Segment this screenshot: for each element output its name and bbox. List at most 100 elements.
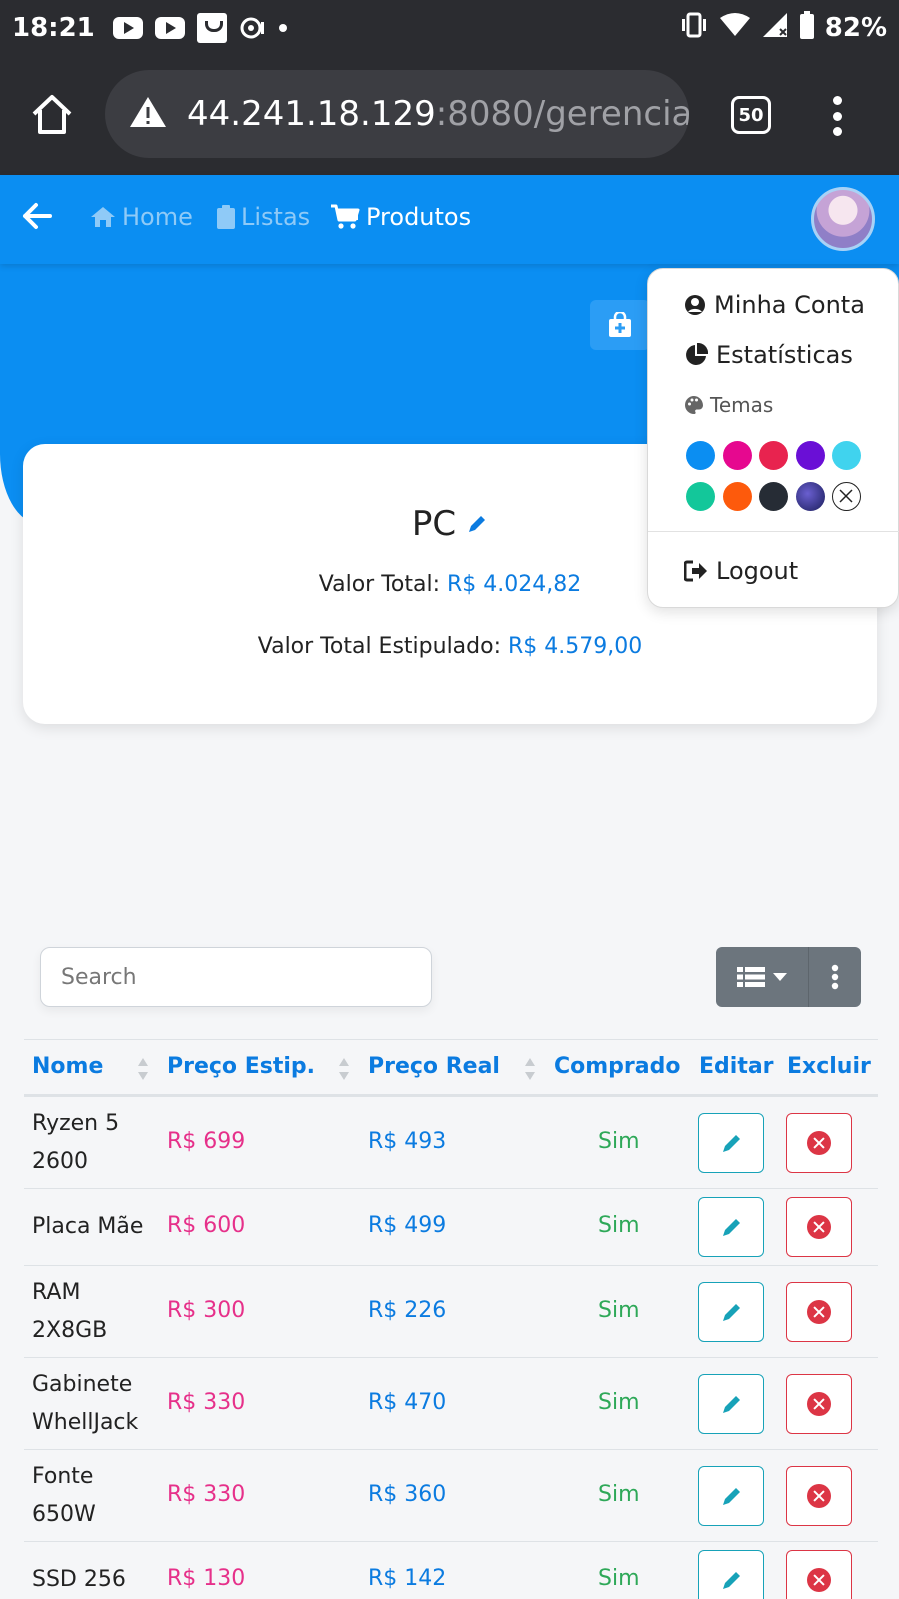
table-row: SSD 256 R$ 130 R$ 142 Sim [24, 1542, 878, 1599]
theme-reset-swatch[interactable] [832, 482, 861, 511]
edit-button[interactable] [698, 1466, 764, 1526]
theme-color-swatch[interactable] [795, 441, 825, 470]
browser-menu-icon[interactable] [831, 96, 843, 136]
pencil-icon [723, 1396, 740, 1413]
theme-color-swatch[interactable] [832, 441, 861, 470]
nav-products[interactable]: Produtos [330, 203, 471, 231]
column-header-est[interactable]: Preço Estip. [167, 1054, 315, 1079]
edit-button[interactable] [698, 1282, 764, 1342]
address-bar[interactable]: 44.241.18.129:8080/gerenciad [105, 70, 689, 158]
bought-status: Sim [598, 1390, 640, 1415]
delete-button[interactable] [786, 1113, 852, 1173]
signal-icon [761, 11, 789, 46]
not-secure-warning-icon[interactable] [129, 95, 167, 133]
user-dropdown-menu: Minha Conta Estatísticas Temas Logout [647, 268, 899, 608]
sign-out-icon [684, 560, 707, 582]
product-name: Gabinete WhellJack [32, 1372, 139, 1435]
edit-title-pencil-icon[interactable] [466, 504, 488, 544]
theme-color-swatch[interactable] [686, 441, 715, 470]
estimated-price: R$ 699 [167, 1129, 246, 1154]
themes-label-text: Temas [710, 393, 774, 417]
real-price: R$ 360 [368, 1482, 447, 1507]
back-arrow-icon[interactable] [22, 201, 52, 235]
nav-lists[interactable]: Listas [217, 203, 310, 231]
search-input[interactable] [40, 947, 432, 1007]
themes-label: Temas [684, 393, 773, 417]
times-circle-icon [807, 1392, 831, 1416]
pencil-icon [723, 1135, 740, 1152]
vibrate-icon [679, 11, 709, 46]
table-row: Ryzen 5 2600 R$ 699 R$ 493 Sim [24, 1097, 878, 1189]
bought-status: Sim [598, 1213, 640, 1238]
column-header-name[interactable]: Nome [32, 1054, 103, 1079]
estimated-price: R$ 130 [167, 1566, 246, 1591]
more-options-button[interactable] [809, 947, 861, 1007]
nav-home-label: Home [122, 203, 193, 231]
delete-button[interactable] [786, 1466, 852, 1526]
table-row: Gabinete WhellJack R$ 330 R$ 470 Sim [24, 1358, 878, 1450]
column-view-dropdown-button[interactable] [716, 947, 809, 1007]
delete-button[interactable] [786, 1374, 852, 1434]
product-name: SSD 256 [32, 1567, 126, 1592]
sync-notification-icon [239, 14, 267, 42]
add-to-bag-button[interactable] [590, 300, 650, 350]
menu-item-account[interactable]: Minha Conta [684, 291, 865, 319]
list-title-text: PC [411, 504, 457, 544]
status-bar: 18:21 82% [0, 0, 899, 56]
theme-color-swatch[interactable] [795, 482, 825, 511]
nav-products-label: Produtos [366, 203, 472, 231]
close-icon [839, 489, 853, 503]
edit-button[interactable] [698, 1550, 764, 1599]
column-header-delete: Excluir [787, 1054, 871, 1079]
edit-button[interactable] [698, 1197, 764, 1257]
sort-icon[interactable] [138, 1058, 148, 1080]
estimated-total-line: Valor Total Estipulado: R$ 4.579,00 [23, 634, 877, 659]
times-circle-icon [807, 1215, 831, 1239]
tab-switcher-button[interactable]: 50 [731, 96, 771, 134]
pencil-icon [723, 1488, 740, 1505]
caret-down-icon [773, 973, 787, 981]
theme-color-swatch[interactable] [722, 482, 752, 511]
column-header-real[interactable]: Preço Real [368, 1054, 500, 1079]
real-price: R$ 499 [368, 1213, 447, 1238]
home-icon[interactable] [30, 92, 74, 136]
menu-divider [648, 531, 899, 532]
delete-button[interactable] [786, 1197, 852, 1257]
bought-status: Sim [598, 1566, 640, 1591]
youtube-notification-icon [112, 17, 143, 39]
theme-color-swatch[interactable] [722, 441, 752, 470]
sort-icon[interactable] [525, 1058, 535, 1080]
times-circle-icon [807, 1484, 831, 1508]
column-header-edit: Editar [699, 1054, 774, 1079]
estimated-price: R$ 600 [167, 1213, 246, 1238]
menu-item-logout-label: Logout [716, 557, 799, 585]
url-host: 44.241.18.129 [187, 94, 436, 134]
wifi-icon [719, 12, 751, 45]
youtube-notification-icon [154, 17, 185, 39]
theme-color-swatch[interactable] [686, 482, 715, 511]
menu-item-logout[interactable]: Logout [684, 557, 798, 585]
delete-button[interactable] [786, 1550, 852, 1599]
real-price: R$ 142 [368, 1566, 447, 1591]
url-path: :8080/gerenciad [435, 94, 689, 134]
sort-icon[interactable] [339, 1058, 349, 1080]
times-circle-icon [807, 1300, 831, 1324]
estimated-total-label: Valor Total Estipulado: [257, 634, 508, 659]
palette-icon [685, 396, 703, 414]
edit-button[interactable] [698, 1113, 764, 1173]
column-header-bought[interactable]: Comprado [554, 1054, 681, 1079]
user-avatar[interactable] [811, 187, 875, 251]
shopping-bag-notification-icon [196, 13, 227, 43]
battery-percentage: 82% [824, 13, 887, 43]
theme-color-swatch[interactable] [759, 441, 788, 470]
pencil-icon [723, 1219, 740, 1236]
user-circle-icon [685, 295, 705, 315]
menu-item-stats[interactable]: Estatísticas [684, 341, 853, 369]
edit-button[interactable] [698, 1374, 764, 1434]
times-circle-icon [807, 1131, 831, 1155]
theme-color-swatch[interactable] [759, 482, 788, 511]
nav-home[interactable]: Home [90, 203, 193, 231]
bought-status: Sim [598, 1482, 640, 1507]
delete-button[interactable] [786, 1282, 852, 1342]
pencil-icon [723, 1572, 740, 1589]
